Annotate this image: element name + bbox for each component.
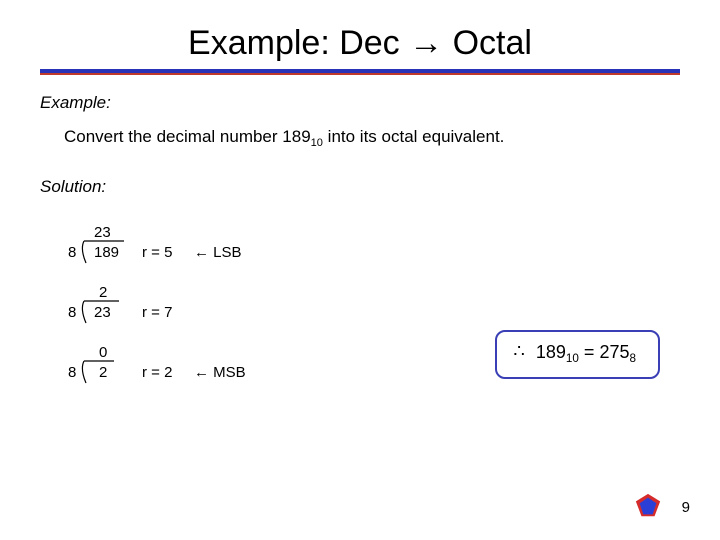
solution-label: Solution: [40, 177, 680, 197]
logo-icon [634, 492, 662, 520]
step1-remainder: r = 5 [142, 244, 172, 261]
slide: Example: Dec → Octal Example: Convert th… [0, 0, 720, 540]
answer-rhs-base: 8 [629, 352, 636, 365]
step1-divisor: 8 [68, 244, 76, 261]
step1-dividend: 189 [94, 244, 119, 261]
problem-num: 189 [282, 127, 310, 146]
problem-statement: Convert the decimal number 18910 into it… [64, 127, 680, 149]
problem-pre: Convert the decimal number [64, 127, 282, 146]
answer-lhs-num: 189 [536, 342, 566, 362]
worked-division: 23 8 189 r = 5 ← LSB 2 8 23 r = 7 0 8 2 … [64, 221, 284, 391]
step3-divisor: 8 [68, 364, 76, 381]
step3-dividend: 2 [99, 364, 107, 381]
step1-quotient: 23 [94, 224, 111, 241]
title-underline [40, 69, 680, 75]
answer-lhs-base: 10 [566, 352, 579, 365]
step1-tag: ← LSB [194, 244, 242, 261]
problem-base: 10 [311, 137, 323, 149]
therefore-symbol: ∴ [513, 341, 524, 361]
step3-tag: ← MSB [194, 364, 246, 381]
step3-quotient: 0 [99, 344, 107, 361]
answer-rhs-num: 275 [599, 342, 629, 362]
step2-dividend: 23 [94, 304, 111, 321]
page-number: 9 [682, 499, 690, 516]
step2-divisor: 8 [68, 304, 76, 321]
example-label: Example: [40, 93, 680, 113]
slide-title: Example: Dec → Octal [40, 20, 680, 69]
step3-remainder: r = 2 [142, 364, 172, 381]
answer-box: ∴ 18910 = 2758 [495, 330, 660, 379]
step2-quotient: 2 [99, 284, 107, 301]
step2-remainder: r = 7 [142, 304, 172, 321]
problem-post: into its octal equivalent. [323, 127, 504, 146]
